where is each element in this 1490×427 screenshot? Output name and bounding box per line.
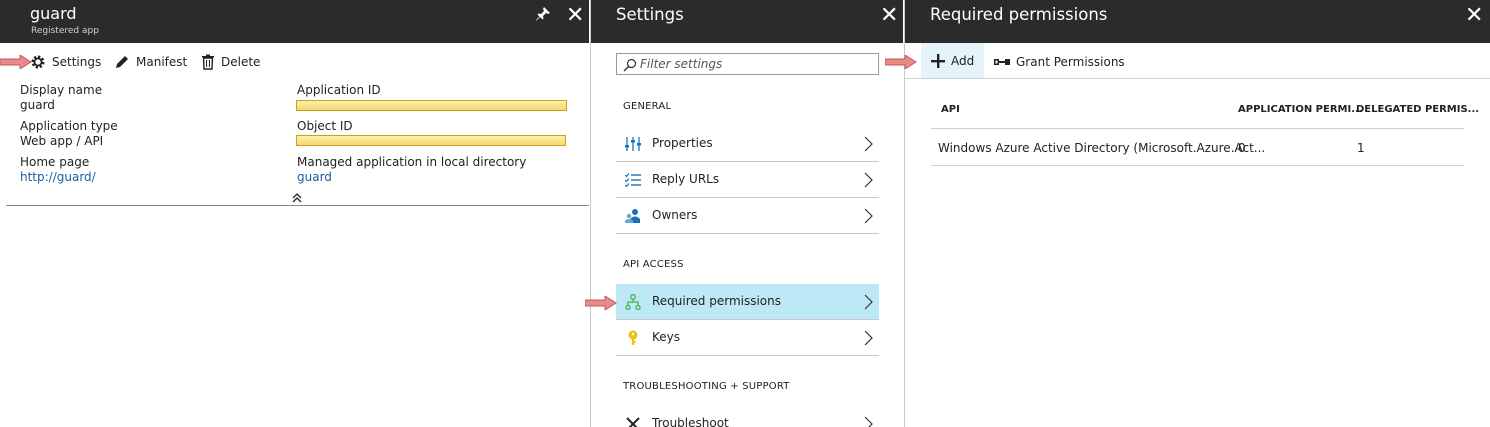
key-icon — [628, 330, 638, 345]
grant-permissions-label: Grant Permissions — [1016, 55, 1125, 69]
cell-application-permissions: 0 — [1238, 141, 1246, 155]
manifest-button-label: Manifest — [136, 55, 188, 69]
chevron-right-icon — [864, 294, 873, 310]
reply-urls-icon — [625, 173, 641, 188]
chevron-right-icon — [864, 416, 873, 427]
app-blade-header: guard Registered app ✕ — [0, 0, 589, 43]
toolbar-divider — [905, 78, 1490, 79]
permissions-blade: Required permissions ✕ Add Grant Permiss… — [904, 0, 1490, 427]
cell-api: Windows Azure Active Directory (Microsof… — [938, 141, 1266, 155]
display-name-value: guard — [20, 98, 55, 112]
settings-item-properties[interactable]: Properties — [616, 126, 879, 162]
search-icon — [623, 58, 637, 72]
chevron-right-icon — [864, 330, 873, 346]
owners-icon — [625, 209, 640, 223]
pencil-icon — [116, 56, 128, 68]
red-arrow-icon — [585, 296, 617, 310]
settings-item-keys-label: Keys — [652, 330, 681, 344]
settings-blade-title: Settings — [616, 5, 684, 24]
red-arrow-icon — [885, 55, 917, 69]
settings-item-required-permissions-label: Required permissions — [652, 294, 782, 308]
managed-app-label: Managed application in local directory — [297, 155, 527, 169]
delete-button[interactable]: Delete — [201, 52, 260, 72]
settings-item-troubleshoot[interactable]: Troubleshoot — [616, 406, 879, 427]
settings-item-troubleshoot-label: Troubleshoot — [652, 416, 729, 427]
close-icon[interactable]: ✕ — [566, 5, 584, 27]
pin-icon[interactable] — [535, 6, 551, 22]
app-blade-subtitle: Registered app — [31, 26, 99, 36]
essentials-divider — [6, 205, 589, 206]
settings-button-label: Settings — [52, 55, 102, 69]
app-id-redacted-value — [296, 100, 567, 111]
close-icon[interactable]: ✕ — [880, 5, 898, 27]
settings-item-reply-urls[interactable]: Reply URLs — [616, 162, 879, 198]
display-name-label: Display name — [20, 83, 103, 97]
table-row-divider — [931, 165, 1464, 166]
filter-settings-search[interactable] — [616, 53, 879, 75]
settings-item-reply-urls-label: Reply URLs — [652, 172, 720, 186]
managed-app-link[interactable]: guard — [297, 170, 332, 184]
settings-blade: Settings ✕ GENERAL Properties Reply URLs — [590, 0, 903, 427]
chevron-right-icon — [864, 136, 873, 152]
permissions-blade-title: Required permissions — [930, 5, 1108, 24]
settings-blade-header: Settings ✕ — [591, 0, 903, 43]
section-troubleshooting: TROUBLESHOOTING + SUPPORT — [623, 381, 790, 392]
gear-icon — [31, 55, 45, 69]
column-header-api[interactable]: API — [941, 104, 960, 115]
properties-icon — [625, 137, 641, 151]
object-id-label: Object ID — [297, 119, 353, 133]
settings-item-properties-label: Properties — [652, 136, 713, 150]
close-icon[interactable]: ✕ — [1465, 5, 1483, 27]
settings-item-keys[interactable]: Keys — [616, 320, 879, 356]
tools-icon — [626, 417, 640, 427]
add-button[interactable]: Add — [921, 43, 984, 78]
settings-item-owners[interactable]: Owners — [616, 198, 879, 234]
app-blade: guard Registered app ✕ Settings Manifest… — [0, 0, 589, 427]
add-button-label: Add — [951, 53, 975, 68]
manifest-button[interactable]: Manifest — [114, 52, 187, 72]
settings-item-required-permissions[interactable]: Required permissions — [616, 284, 879, 320]
settings-button[interactable]: Settings — [30, 52, 101, 72]
trash-icon — [202, 54, 214, 70]
delete-button-label: Delete — [221, 55, 261, 69]
app-blade-title: guard — [30, 4, 77, 23]
home-page-link[interactable]: http://guard/ — [20, 170, 96, 184]
chevron-right-icon — [864, 172, 873, 188]
section-api-access: API ACCESS — [623, 259, 684, 270]
collapse-chevron-icon[interactable] — [291, 192, 303, 204]
app-id-label: Application ID — [297, 83, 381, 97]
permissions-blade-header: Required permissions ✕ — [905, 0, 1490, 43]
cell-delegated-permissions: 1 — [1357, 141, 1365, 155]
object-id-redacted-value — [296, 135, 566, 146]
settings-item-owners-label: Owners — [652, 208, 698, 222]
red-arrow-icon — [0, 55, 32, 69]
column-header-application-permissions[interactable]: APPLICATION PERMI... — [1238, 104, 1363, 115]
column-header-delegated-permissions[interactable]: DELEGATED PERMIS... — [1356, 104, 1479, 115]
home-page-label: Home page — [20, 155, 90, 169]
grant-permissions-button[interactable]: Grant Permissions — [994, 52, 1125, 72]
table-header-divider — [931, 128, 1464, 129]
filter-settings-input[interactable] — [640, 55, 870, 73]
app-type-label: Application type — [20, 119, 118, 133]
section-general: GENERAL — [623, 101, 672, 112]
plus-icon — [931, 53, 945, 68]
chevron-right-icon — [864, 208, 873, 224]
key-icon — [994, 59, 1010, 65]
app-type-value: Web app / API — [20, 134, 104, 148]
permissions-tree-icon — [625, 294, 641, 310]
